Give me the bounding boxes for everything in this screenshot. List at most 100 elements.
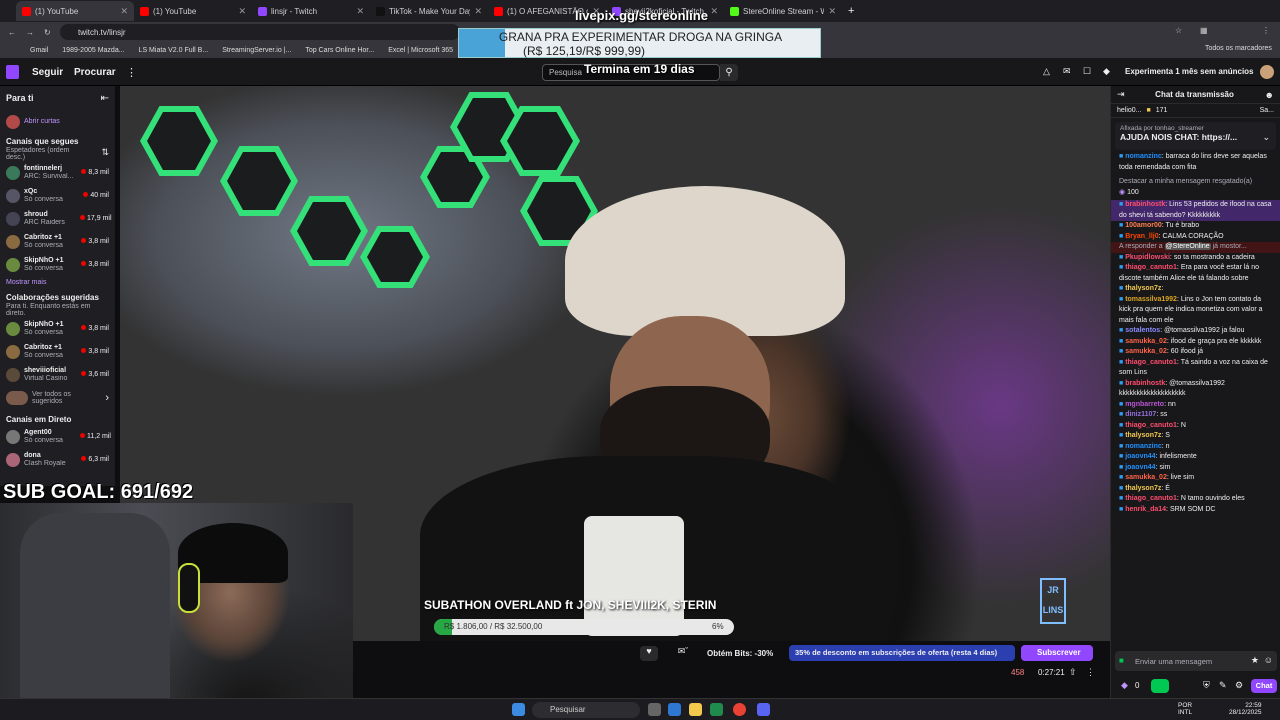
close-icon[interactable]: ✕ [238, 6, 246, 17]
sort-icon[interactable]: ⇅ [101, 147, 109, 158]
extensions-icon[interactable]: ▦ [1200, 26, 1208, 35]
browser-tab[interactable]: (1) YouTube ✕ [16, 1, 134, 21]
chat-username[interactable]: Bryan_llj0 [1125, 233, 1158, 240]
bookmark-item[interactable]: Gmail [30, 47, 48, 54]
chat-username[interactable]: samukka_02 [1125, 348, 1167, 355]
pinned-message[interactable]: Afixada por tonhao_streamer AJUDA NOIS C… [1115, 122, 1276, 150]
chat-username[interactable]: thalyson7z [1125, 432, 1161, 439]
address-bar[interactable]: twitch.tv/linsjr [60, 24, 460, 40]
chat-username[interactable]: diniz1107 [1125, 411, 1156, 418]
sidebar-channel[interactable]: xQc Só conversa 40 mil [0, 184, 115, 207]
folder-icon[interactable] [689, 703, 702, 716]
store-icon[interactable] [710, 703, 723, 716]
sidebar-channel[interactable]: SkipNhO +1 Só conversa 3,8 mil [0, 253, 115, 276]
sidebar-channel[interactable]: Agent00 Só conversa 11,2 mil [0, 425, 115, 448]
start-icon[interactable] [512, 703, 525, 716]
inbox-icon[interactable]: ✉ [1063, 66, 1071, 77]
bits-offer[interactable]: Obtém Bits: -30% [707, 649, 773, 658]
language-indicator[interactable]: POR INTL [1178, 702, 1192, 716]
chat-username[interactable]: joaovn44 [1125, 453, 1155, 460]
bookmark-item[interactable]: StreamingServer.io |... [222, 47, 291, 54]
gear-icon[interactable]: ⚙ [1235, 680, 1243, 691]
browser-tab[interactable]: (1) YouTube ✕ [134, 1, 252, 21]
chevron-down-icon[interactable]: ⌄ [1262, 132, 1270, 143]
shield-icon[interactable]: ⛨ [1203, 680, 1210, 691]
close-icon[interactable]: ✕ [120, 6, 128, 17]
chat-username[interactable]: thalyson7z [1125, 485, 1161, 492]
sidebar-channel[interactable]: fontinnelerj ARC: Survival... 8,3 mil [0, 161, 115, 184]
close-icon[interactable]: ✕ [710, 6, 718, 17]
pen-icon[interactable]: ✎ [1219, 680, 1227, 691]
bookmark-item[interactable]: LS Miata V2.0 Full B... [139, 47, 209, 54]
collapse-chat-icon[interactable]: ⇥ [1117, 89, 1125, 100]
avatar[interactable] [1260, 65, 1274, 79]
chat-username[interactable]: samukka_02 [1125, 474, 1167, 481]
channel-points-button[interactable] [1151, 679, 1169, 693]
sidebar-channel[interactable]: SkipNhO +1 Só conversa 3,8 mil [0, 317, 115, 340]
edge-icon[interactable] [668, 703, 681, 716]
chat-username[interactable]: 100amor00 [1125, 222, 1162, 229]
forward-icon[interactable]: → [26, 28, 34, 37]
browse-nav-link[interactable]: Procurar [74, 67, 116, 78]
chat-username[interactable]: thiago_canuto1 [1125, 264, 1177, 271]
reload-icon[interactable]: ↻ [44, 28, 51, 37]
sidebar-channel[interactable]: sheviiioficial Virtual Casino 3,6 mil [0, 363, 115, 386]
browser-tab[interactable]: linsjr - Twitch ✕ [252, 1, 370, 21]
clock[interactable]: 22:59 28/12/2025 [1229, 702, 1262, 716]
bits-icon[interactable]: ◆ [1103, 66, 1110, 77]
bookmark-item[interactable]: Top Cars Online Hor... [305, 47, 374, 54]
discord-icon[interactable] [757, 703, 770, 716]
smile-icon[interactable]: ☺ [1264, 655, 1273, 665]
whisper-icon[interactable]: ☐ [1083, 66, 1091, 77]
collapse-icon[interactable]: ⇤ [101, 93, 109, 104]
emote-icon[interactable]: ★ [1251, 655, 1259, 666]
sidebar-channel[interactable]: Cabritoz +1 Só conversa 3,8 mil [0, 230, 115, 253]
chat-username[interactable]: samukka_02 [1125, 338, 1167, 345]
chat-username[interactable]: brabinhostk [1125, 380, 1165, 387]
notification-icon[interactable]: ✉ˇ [671, 646, 695, 661]
menu-icon[interactable]: ⋮ [1262, 26, 1270, 35]
points-icon[interactable]: ◆ [1121, 680, 1128, 691]
close-icon[interactable]: ✕ [828, 6, 836, 17]
twitch-logo-icon[interactable] [6, 65, 19, 79]
open-clips[interactable]: Abrir curtas [0, 110, 115, 133]
chrome-icon[interactable] [733, 703, 746, 716]
subscribe-button[interactable]: Subscrever [1021, 645, 1093, 661]
follow-nav-link[interactable]: Seguir [32, 67, 63, 78]
chat-username[interactable]: brabinhostk [1125, 201, 1165, 208]
task-view-icon[interactable] [648, 703, 661, 716]
bookmark-item[interactable]: Excel | Microsoft 365 [388, 47, 453, 54]
close-icon[interactable]: ✕ [356, 6, 364, 17]
share-icon[interactable]: ⇧ [1069, 667, 1077, 678]
chat-username[interactable]: nomanzinc [1125, 443, 1162, 450]
users-icon[interactable]: ☻ [1265, 90, 1274, 100]
chat-username[interactable]: tomassilva1992 [1125, 296, 1177, 303]
bookmark-item[interactable]: 1989-2005 Mazda... [62, 47, 124, 54]
chat-username[interactable]: Pkupidlowski [1125, 254, 1170, 261]
more-options-icon[interactable]: ⋮ [1086, 667, 1095, 678]
chat-username[interactable]: thiago_canuto1 [1125, 495, 1177, 502]
new-tab-icon[interactable]: + [848, 5, 854, 17]
see-all-suggested[interactable]: Ver todos os sugeridos › [0, 386, 115, 409]
back-icon[interactable]: ← [8, 28, 16, 37]
sidebar-channel[interactable]: shroud ARC Raiders 17,9 mil [0, 207, 115, 230]
close-icon[interactable]: ✕ [474, 6, 482, 17]
prime-button[interactable]: Experimenta 1 mês sem anúncios [1125, 67, 1254, 76]
search-icon[interactable]: ⚲ [720, 64, 738, 81]
crown-icon[interactable]: △ [1043, 66, 1050, 77]
chat-username[interactable]: sotalentos [1125, 327, 1160, 334]
chat-username[interactable]: thalyson7z [1125, 285, 1161, 292]
chat-input[interactable]: ■ Enviar uma mensagem ★ ☺ [1115, 651, 1277, 671]
chat-send-button[interactable]: Chat [1251, 679, 1277, 693]
show-more-link[interactable]: Mostrar mais [0, 276, 115, 289]
sidebar-channel[interactable]: dona Clash Royale 6,3 mil [0, 448, 115, 471]
chat-username[interactable]: henrik_da14 [1125, 506, 1166, 513]
more-icon[interactable]: ⋮ [126, 66, 137, 79]
taskbar-search[interactable]: Pesquisar [532, 702, 640, 718]
chat-username[interactable]: thiago_canuto1 [1125, 359, 1177, 366]
chat-username[interactable]: thiago_canuto1 [1125, 422, 1177, 429]
browser-tab[interactable]: TikTok - Make Your Day ✕ [370, 1, 488, 21]
gift-discount-button[interactable]: 35% de desconto em subscrições de oferta… [789, 645, 1015, 661]
chat-username[interactable]: nomanzinc [1125, 153, 1162, 160]
heart-icon[interactable]: ♥ [640, 646, 658, 661]
